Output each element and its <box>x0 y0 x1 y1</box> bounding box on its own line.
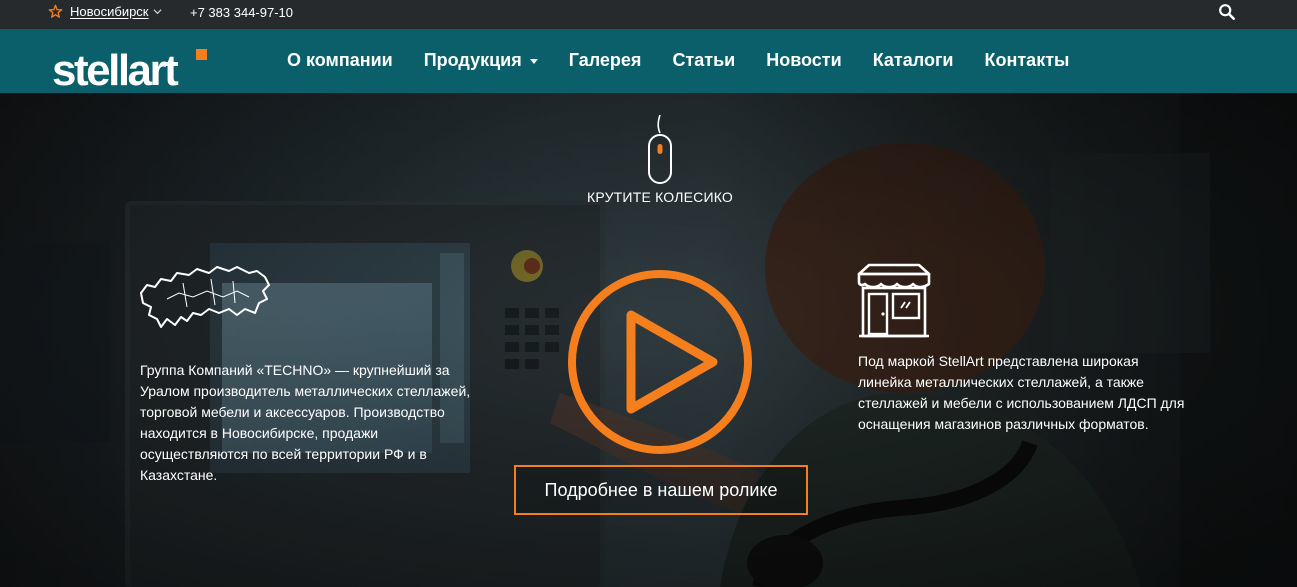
company-description: Группа Компаний «TECHNO» — крупнейший за… <box>140 362 471 483</box>
russia-map-icon <box>140 266 270 328</box>
nav-item-catalogs[interactable]: Каталоги <box>873 50 954 71</box>
nav-item-news[interactable]: Новости <box>766 50 841 71</box>
nav-item-label: Каталоги <box>872 50 954 70</box>
nav-item-label: Статьи <box>672 50 736 70</box>
city-name[interactable]: Новосибирск <box>70 4 149 19</box>
nav-item-gallery[interactable]: Галерея <box>569 50 642 71</box>
play-icon[interactable] <box>565 267 755 457</box>
main-navbar: stellart О компании Продукция Галерея Ст… <box>0 29 1297 93</box>
mouse-icon <box>648 114 672 184</box>
store-icon <box>857 263 931 338</box>
stellart-logo[interactable]: stellart <box>52 47 212 91</box>
scroll-hint-text: КРУТИТЕ КОЛЕСИКО <box>587 189 733 205</box>
nav-item-about[interactable]: О компании <box>287 50 393 71</box>
watch-video-button[interactable]: Подробнее в нашем ролике <box>514 465 808 515</box>
scroll-hint: КРУТИТЕ КОЛЕСИКО <box>560 113 760 205</box>
hero-section: КРУТИТЕ КОЛЕСИКО Группа Компаний «TECHNO… <box>0 93 1297 587</box>
star-icon <box>48 4 63 18</box>
nav-item-label: Новости <box>766 50 842 70</box>
nav-item-label: О компании <box>287 50 393 70</box>
nav-item-label: Продукция <box>423 50 522 70</box>
stellart-description: Под маркой StellArt представлена широкая… <box>858 353 1185 432</box>
search-icon[interactable] <box>1218 3 1236 21</box>
phone-number[interactable]: +7 383 344-97-10 <box>190 5 293 20</box>
chevron-down-icon[interactable] <box>152 7 162 16</box>
nav-item-label: Контакты <box>984 50 1070 70</box>
nav-item-articles[interactable]: Статьи <box>672 50 735 71</box>
caret-down-icon <box>529 59 538 64</box>
logo-text: stellart <box>52 47 179 91</box>
nav-item-contacts[interactable]: Контакты <box>985 50 1070 71</box>
nav-item-label: Галерея <box>568 50 642 70</box>
main-nav: О компании Продукция Галерея Статьи Ново… <box>287 50 1100 71</box>
city-selector[interactable]: Новосибирск <box>48 4 162 19</box>
nav-item-products[interactable]: Продукция <box>424 50 538 71</box>
top-bar: Новосибирск +7 383 344-97-10 <box>0 0 1297 29</box>
